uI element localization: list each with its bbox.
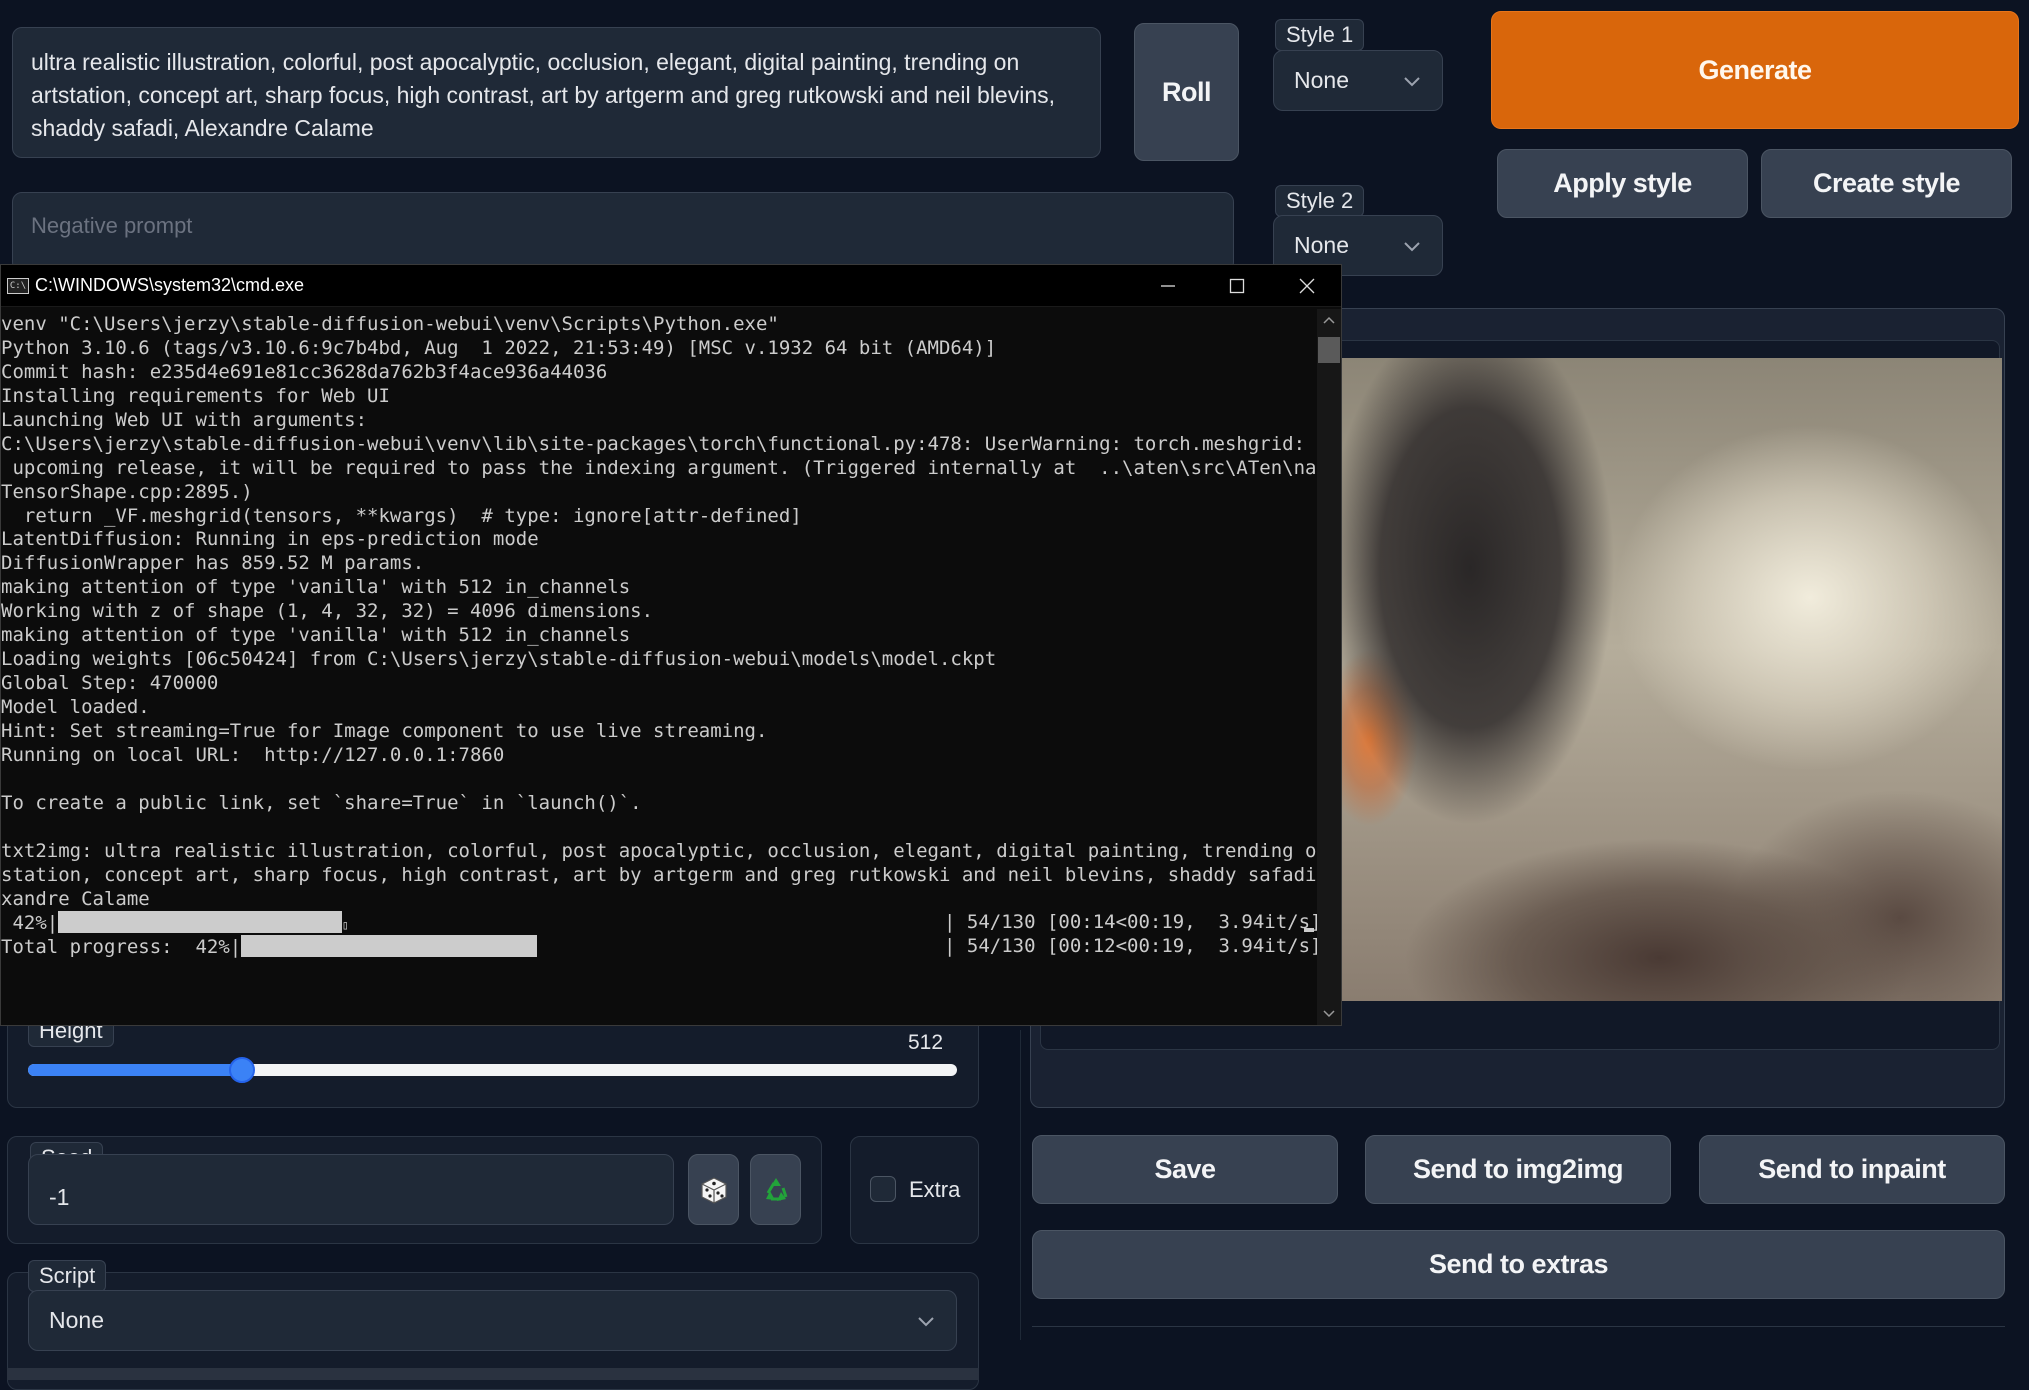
send-to-extras-button[interactable]: Send to extras <box>1032 1230 2005 1299</box>
console-line: station, concept art, sharp focus, high … <box>1 863 1317 886</box>
chevron-down-icon <box>1404 241 1420 251</box>
cmd-window[interactable]: C:\ C:\WINDOWS\system32\cmd.exe venv "C:… <box>0 264 1342 1026</box>
console-line: C:\Users\jerzy\stable-diffusion-webui\ve… <box>1 432 1317 455</box>
cmd-app-icon: C:\ <box>7 277 29 294</box>
script-scroll-edge <box>7 1368 979 1380</box>
negative-prompt-placeholder: Negative prompt <box>31 213 193 238</box>
cmd-title: C:\WINDOWS\system32\cmd.exe <box>35 275 305 295</box>
height-value: 512 <box>908 1031 944 1054</box>
console-line: making attention of type 'vanilla' with … <box>1 576 631 599</box>
recycle-icon <box>765 1177 787 1201</box>
extra-checkbox[interactable] <box>870 1176 896 1202</box>
slider-handle[interactable] <box>228 1057 255 1083</box>
divider <box>1032 1326 2005 1327</box>
random-seed-button[interactable] <box>688 1154 739 1225</box>
console-cursor <box>1304 928 1314 933</box>
close-icon <box>1299 278 1315 294</box>
progress-glyph: ▯ <box>341 918 349 933</box>
console-line: Launching Web UI with arguments: <box>1 408 368 431</box>
style2-value: None <box>1294 232 1349 258</box>
style1-select[interactable]: None <box>1273 50 1443 111</box>
console-line: Working with z of shape (1, 4, 32, 32) =… <box>1 600 654 623</box>
console-line: Loading weights [06c50424] from C:\Users… <box>1 648 997 671</box>
progress-prefix: Total progress: 42%| <box>1 936 242 959</box>
height-slider[interactable] <box>28 1057 957 1083</box>
console-line: LatentDiffusion: Running in eps-predicti… <box>1 528 539 551</box>
maximize-icon <box>1229 278 1245 294</box>
chevron-down-icon <box>918 1316 934 1326</box>
scroll-up-icon <box>1323 316 1335 324</box>
send-to-img2img-button[interactable]: Send to img2img <box>1365 1135 1671 1204</box>
console-line: DiffusionWrapper has 859.52 M params. <box>1 552 425 575</box>
style1-value: None <box>1294 67 1349 93</box>
close-button[interactable] <box>1273 265 1341 307</box>
progress-stats: | 54/130 [00:12<00:19, 3.94it/s] <box>944 935 1317 958</box>
send-to-inpaint-button[interactable]: Send to inpaint <box>1699 1135 2005 1204</box>
negative-prompt-input[interactable]: Negative prompt <box>12 192 1234 272</box>
chevron-down-icon <box>1404 76 1420 86</box>
console-line: Installing requirements for Web UI <box>1 384 390 407</box>
console-line: Model loaded. <box>1 696 150 718</box>
reuse-seed-button[interactable] <box>750 1154 801 1225</box>
console-line: making attention of type 'vanilla' with … <box>1 624 631 647</box>
dice-icon <box>700 1176 727 1204</box>
scroll-down-icon <box>1323 1010 1335 1018</box>
right-column-edge <box>1020 1030 1021 1340</box>
console-line: upcoming release, it will be required to… <box>1 456 1317 479</box>
console-line: Python 3.10.6 (tags/v3.10.6:9c7b4bd, Aug… <box>1 336 997 359</box>
save-button[interactable]: Save <box>1032 1135 1338 1204</box>
scroll-thumb[interactable] <box>1318 337 1340 363</box>
console-line: Global Step: 470000 <box>1 672 219 695</box>
progress-bar <box>241 935 538 958</box>
progress-stats: | 54/130 [00:14<00:19, 3.94it/s] <box>944 911 1317 934</box>
slider-fill <box>28 1064 242 1076</box>
console-line: venv "C:\Users\jerzy\stable-diffusion-we… <box>1 313 779 335</box>
console-line: TensorShape.cpp:2895.) <box>1 480 253 503</box>
console-line: Running on local URL: http://127.0.0.1:7… <box>1 743 505 766</box>
style2-label: Style 2 <box>1275 185 1365 217</box>
console-line: xandre Calame <box>1 887 150 910</box>
roll-button[interactable]: Roll <box>1134 23 1239 161</box>
apply-style-button[interactable]: Apply style <box>1497 149 1748 218</box>
progress-bar <box>58 911 342 934</box>
script-value: None <box>49 1307 104 1333</box>
style1-label: Style 1 <box>1275 19 1365 51</box>
prompt-text: ultra realistic illustration, colorful, … <box>31 49 1056 141</box>
console-output: venv "C:\Users\jerzy\stable-diffusion-we… <box>1 309 1317 1025</box>
step-progress-line: 42%| ▯ | 54/130 [00:14<00:19, 3.94it/s] <box>1 911 1317 935</box>
console-line: Commit hash: e235d4e691e81cc3628da762b3f… <box>1 360 608 383</box>
seed-value: -1 <box>49 1184 70 1210</box>
create-style-button[interactable]: Create style <box>1761 149 2012 218</box>
script-select[interactable]: None <box>28 1290 957 1351</box>
generate-button[interactable]: Generate <box>1491 11 2019 129</box>
script-label: Script <box>28 1260 107 1292</box>
generated-image[interactable] <box>1340 358 2002 1001</box>
total-progress-line: Total progress: 42%| | 54/130 [00:12<00:1… <box>1 935 1317 959</box>
seed-input[interactable]: -1 <box>28 1154 674 1225</box>
cmd-scrollbar[interactable] <box>1317 309 1341 1025</box>
maximize-button[interactable] <box>1203 265 1271 307</box>
console-line: txt2img: ultra realistic illustration, c… <box>1 839 1317 862</box>
progress-prefix: 42%| <box>1 912 59 935</box>
extra-label: Extra <box>909 1177 961 1202</box>
console-line: return _VF.meshgrid(tensors, **kwargs) #… <box>1 504 802 527</box>
console-line: Hint: Set streaming=True for Image compo… <box>1 719 768 742</box>
prompt-box[interactable]: ultra realistic illustration, colorful, … <box>12 27 1101 158</box>
console-line: To create a public link, set `share=True… <box>1 791 642 814</box>
minimize-icon <box>1161 285 1175 287</box>
minimize-button[interactable] <box>1134 265 1202 307</box>
